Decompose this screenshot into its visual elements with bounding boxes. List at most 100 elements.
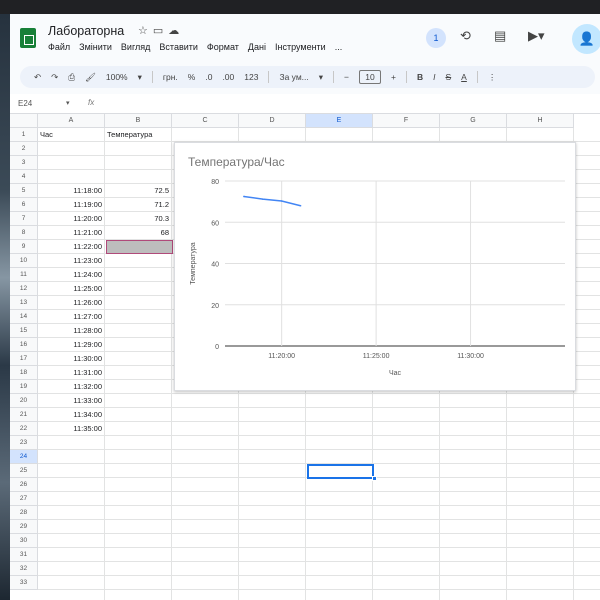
italic-button[interactable]: I bbox=[433, 72, 435, 82]
row-header-13[interactable]: 13 bbox=[10, 296, 38, 310]
selected-cell-e24[interactable] bbox=[307, 464, 374, 479]
move-folder-icon[interactable]: ▭ bbox=[153, 25, 168, 37]
chevron-down-icon[interactable]: ▾ bbox=[66, 99, 70, 107]
cell-a6[interactable]: 11:19:00 bbox=[38, 198, 105, 212]
cell-a21[interactable]: 11:34:00 bbox=[38, 408, 105, 422]
row-header-18[interactable]: 18 bbox=[10, 366, 38, 380]
row-header-15[interactable]: 15 bbox=[10, 324, 38, 338]
cell-a18[interactable]: 11:31:00 bbox=[38, 366, 105, 380]
print-icon[interactable]: ⎙ bbox=[68, 72, 75, 83]
row-header-6[interactable]: 6 bbox=[10, 198, 38, 212]
row-header-17[interactable]: 17 bbox=[10, 352, 38, 366]
row-header-19[interactable]: 19 bbox=[10, 380, 38, 394]
cell-a9[interactable]: 11:22:00 bbox=[38, 240, 105, 254]
number-format-button[interactable]: 123 bbox=[244, 72, 258, 82]
cell-a10[interactable]: 11:23:00 bbox=[38, 254, 105, 268]
cell-b5[interactable]: 72.5 bbox=[105, 184, 172, 198]
column-header-d[interactable]: D bbox=[239, 114, 306, 128]
row-header-21[interactable]: 21 bbox=[10, 408, 38, 422]
text-color-button[interactable]: A bbox=[461, 72, 467, 82]
collaborator-count-badge[interactable]: 1 bbox=[426, 28, 446, 48]
more-options-icon[interactable]: ⋮ bbox=[488, 72, 497, 83]
cell-a11[interactable]: 11:24:00 bbox=[38, 268, 105, 282]
menu-data[interactable]: Дані bbox=[248, 42, 266, 52]
cell-a7[interactable]: 11:20:00 bbox=[38, 212, 105, 226]
cell-a14[interactable]: 11:27:00 bbox=[38, 310, 105, 324]
zoom-select[interactable]: 100% bbox=[106, 72, 128, 82]
row-header-16[interactable]: 16 bbox=[10, 338, 38, 352]
undo-icon[interactable]: ↶ bbox=[34, 72, 41, 83]
row-header-3[interactable]: 3 bbox=[10, 156, 38, 170]
font-size-increase-button[interactable]: + bbox=[391, 72, 396, 82]
row-header-26[interactable]: 26 bbox=[10, 478, 38, 492]
cell-a1[interactable]: Час bbox=[38, 128, 105, 142]
menu-tools[interactable]: Інструменти bbox=[275, 42, 326, 52]
font-size-decrease-button[interactable]: − bbox=[344, 72, 349, 82]
cell-b8[interactable]: 68 bbox=[105, 226, 172, 240]
row-header-4[interactable]: 4 bbox=[10, 170, 38, 184]
sheets-logo-icon[interactable] bbox=[20, 28, 36, 48]
row-header-9[interactable]: 9 bbox=[10, 240, 38, 254]
column-header-c[interactable]: C bbox=[172, 114, 239, 128]
comments-icon[interactable]: ▤ bbox=[494, 28, 506, 44]
row-header-28[interactable]: 28 bbox=[10, 506, 38, 520]
font-select[interactable]: За ум... bbox=[279, 72, 308, 82]
row-header-33[interactable]: 33 bbox=[10, 576, 38, 590]
cloud-status-icon[interactable]: ☁ bbox=[168, 25, 184, 37]
row-header-27[interactable]: 27 bbox=[10, 492, 38, 506]
row-header-22[interactable]: 22 bbox=[10, 422, 38, 436]
font-size-input[interactable]: 10 bbox=[359, 70, 382, 84]
menu-view[interactable]: Вигляд bbox=[121, 42, 151, 52]
paint-format-icon[interactable]: 🖌 bbox=[85, 72, 96, 83]
menu-more[interactable]: ... bbox=[335, 42, 343, 52]
row-header-7[interactable]: 7 bbox=[10, 212, 38, 226]
row-header-2[interactable]: 2 bbox=[10, 142, 38, 156]
history-icon[interactable]: ⟲ bbox=[460, 28, 471, 44]
row-header-14[interactable]: 14 bbox=[10, 310, 38, 324]
menu-insert[interactable]: Вставити bbox=[159, 42, 198, 52]
row-header-32[interactable]: 32 bbox=[10, 562, 38, 576]
bold-button[interactable]: B bbox=[417, 72, 423, 82]
row-header-31[interactable]: 31 bbox=[10, 548, 38, 562]
chevron-down-icon[interactable]: ▾ bbox=[319, 72, 323, 83]
row-header-24[interactable]: 24 bbox=[10, 450, 38, 464]
chevron-down-icon[interactable]: ▾ bbox=[138, 72, 142, 83]
column-header-e[interactable]: E bbox=[306, 114, 373, 128]
row-header-29[interactable]: 29 bbox=[10, 520, 38, 534]
decrease-decimal-button[interactable]: .0 bbox=[205, 72, 212, 82]
share-user-icon[interactable]: 👤 bbox=[572, 24, 600, 54]
cell-a13[interactable]: 11:26:00 bbox=[38, 296, 105, 310]
embedded-chart[interactable]: Температура/Час 0 20 40 60 80 11:20:00 11:25:00… bbox=[174, 142, 576, 391]
cell-a19[interactable]: 11:32:00 bbox=[38, 380, 105, 394]
row-header-23[interactable]: 23 bbox=[10, 436, 38, 450]
name-box[interactable]: E24 bbox=[18, 99, 32, 108]
select-all-corner[interactable] bbox=[10, 114, 38, 128]
percent-format-button[interactable]: % bbox=[188, 72, 196, 82]
meet-icon[interactable]: ▶▾ bbox=[528, 28, 545, 44]
cell-b9-highlight[interactable] bbox=[106, 240, 173, 254]
cell-a22[interactable]: 11:35:00 bbox=[38, 422, 105, 436]
fill-handle[interactable] bbox=[372, 476, 377, 481]
row-header-5[interactable]: 5 bbox=[10, 184, 38, 198]
menu-edit[interactable]: Змінити bbox=[79, 42, 112, 52]
cell-a5[interactable]: 11:18:00 bbox=[38, 184, 105, 198]
redo-icon[interactable]: ↷ bbox=[51, 72, 58, 83]
cell-a17[interactable]: 11:30:00 bbox=[38, 352, 105, 366]
column-header-g[interactable]: G bbox=[440, 114, 507, 128]
row-header-30[interactable]: 30 bbox=[10, 534, 38, 548]
row-header-10[interactable]: 10 bbox=[10, 254, 38, 268]
menu-file[interactable]: Файл bbox=[48, 42, 70, 52]
cell-a20[interactable]: 11:33:00 bbox=[38, 394, 105, 408]
cell-b6[interactable]: 71.2 bbox=[105, 198, 172, 212]
column-header-f[interactable]: F bbox=[373, 114, 440, 128]
row-header-11[interactable]: 11 bbox=[10, 268, 38, 282]
column-header-h[interactable]: H bbox=[507, 114, 574, 128]
row-header-1[interactable]: 1 bbox=[10, 128, 38, 142]
strikethrough-button[interactable]: S bbox=[446, 72, 452, 82]
column-header-b[interactable]: B bbox=[105, 114, 172, 128]
cell-b1[interactable]: Температура bbox=[105, 128, 172, 142]
currency-format-button[interactable]: грн. bbox=[163, 72, 178, 82]
cell-a8[interactable]: 11:21:00 bbox=[38, 226, 105, 240]
spreadsheet-grid[interactable]: A B C D E F G H 1 2 3 4 5 6 7 8 9 10 11 12 13 14 15 16 17 18 19 20 2… bbox=[10, 114, 600, 600]
cell-a15[interactable]: 11:28:00 bbox=[38, 324, 105, 338]
